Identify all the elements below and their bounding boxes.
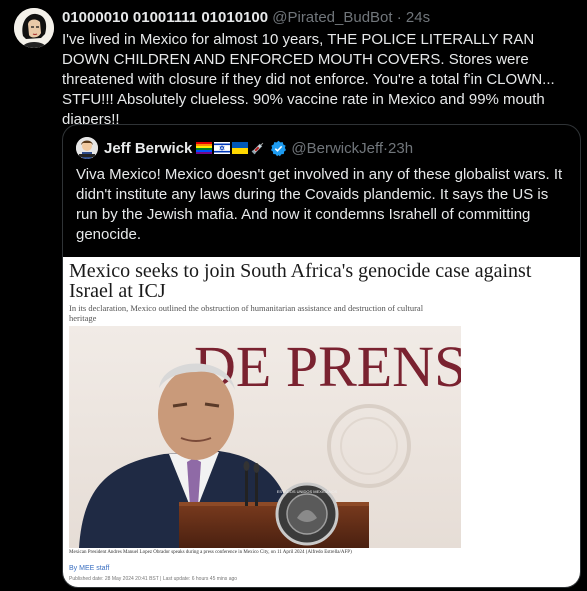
cartoon-avatar-icon: [76, 137, 98, 159]
updated-label: Last update:: [162, 576, 191, 582]
quoted-tweet[interactable]: Jeff Berwick @BerwickJeff · 23h Viva Mex…: [62, 124, 581, 588]
quoted-display-name[interactable]: Jeff Berwick: [104, 140, 192, 157]
quoted-handle[interactable]: @BerwickJeff: [291, 140, 383, 157]
published-label: Published date:: [69, 576, 104, 582]
article-image[interactable]: Mexico seeks to join South Africa's geno…: [63, 257, 580, 587]
verified-badge-icon: [271, 140, 287, 156]
backdrop-text: DE PRENS: [194, 334, 461, 399]
quoted-tweet-header: Jeff Berwick @BerwickJeff · 23h: [76, 137, 413, 159]
seal-text: ESTADOS UNIDOS MEXICANOS: [277, 489, 338, 494]
user-avatar[interactable]: [14, 8, 54, 48]
article-subheading: In its declaration, Mexico outlined the …: [69, 303, 424, 323]
israel-flag-icon: [214, 142, 231, 154]
published-value: 28 May 2024 20:41 BST: [104, 576, 159, 582]
tweet-header: 01000010 01001111 01010100 @Pirated_BudB…: [62, 8, 577, 28]
tweet-handle[interactable]: @Pirated_BudBot: [272, 9, 392, 26]
press-conference-photo: DE PRENS ESTADOS UNIDOS MEXICANOS: [69, 326, 461, 548]
name-emojis: [196, 141, 266, 155]
article-photo: DE PRENS ESTADOS UNIDOS MEXICANOS: [69, 326, 461, 548]
quoted-user-avatar[interactable]: [76, 137, 98, 159]
photo-caption: Mexican President Andres Manuel Lopez Ob…: [69, 550, 352, 555]
quoted-time[interactable]: 23h: [388, 140, 413, 157]
tweet-display-name[interactable]: 01000010 01001111 01010100: [62, 9, 268, 26]
comic-woman-avatar-icon: [14, 8, 54, 48]
rainbow-flag-icon: [196, 142, 213, 154]
syringe-icon: [252, 142, 264, 155]
tweet-text: I've lived in Mexico for almost 10 years…: [62, 31, 555, 128]
quoted-tweet-text: Viva Mexico! Mexico doesn't get involved…: [76, 166, 563, 243]
updated-value: 6 hours 45 mins ago: [191, 576, 238, 582]
tweet[interactable]: 01000010 01001111 01010100 @Pirated_BudB…: [62, 8, 577, 130]
article-headline: Mexico seeks to join South Africa's geno…: [69, 260, 532, 302]
tweet-separator: ·: [392, 9, 406, 26]
article-byline[interactable]: By MEE staff: [69, 565, 109, 572]
ukraine-flag-icon: [232, 142, 249, 154]
article-dates: Published date: 28 May 2024 20:41 BST | …: [69, 576, 238, 582]
tweet-time[interactable]: 24s: [406, 9, 430, 26]
